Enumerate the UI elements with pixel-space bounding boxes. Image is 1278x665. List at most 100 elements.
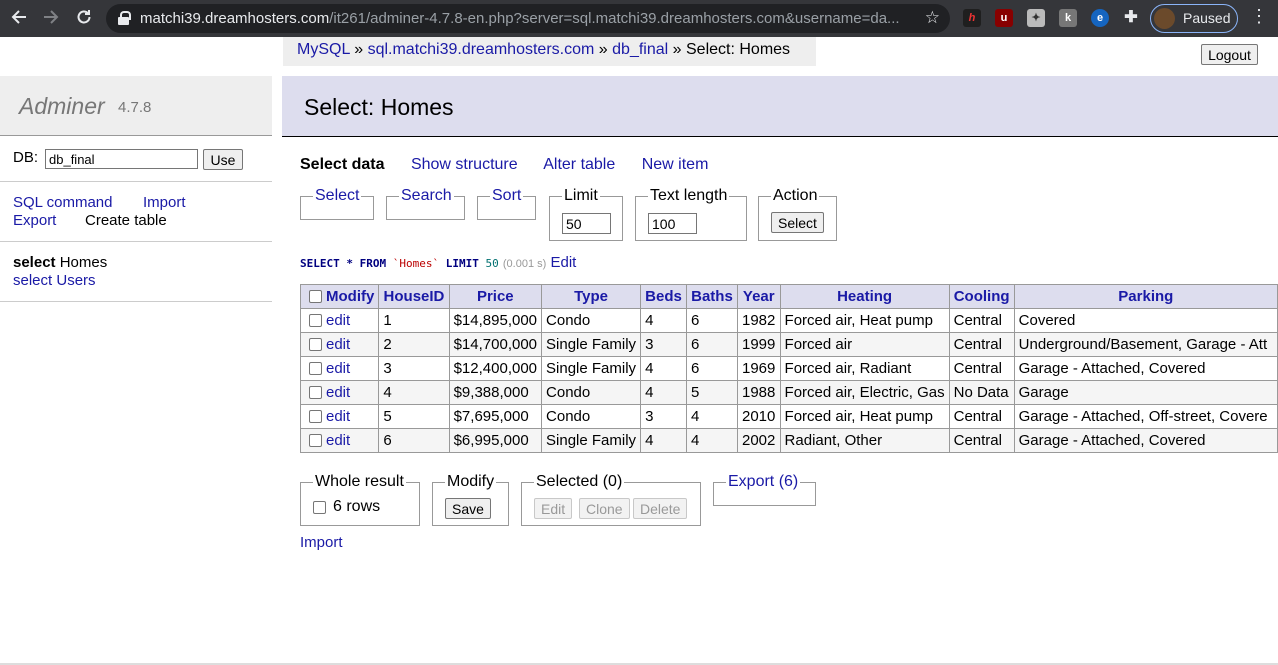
column-header-link[interactable]: Beds (645, 288, 682, 305)
table-cell[interactable]: Underground/Basement, Garage - Att (1013, 332, 1278, 357)
column-header-link[interactable]: Parking (1118, 288, 1173, 305)
column-header-link[interactable]: Price (477, 288, 514, 305)
row-edit-link[interactable]: edit (326, 360, 350, 377)
row-checkbox[interactable] (309, 433, 322, 447)
table-cell[interactable]: 2010 (736, 404, 781, 429)
table-cell[interactable]: 4 (640, 428, 687, 453)
table-cell[interactable]: Central (948, 308, 1015, 333)
row-checkbox[interactable] (309, 409, 322, 423)
table-cell[interactable]: Single Family (541, 428, 642, 453)
limit-input[interactable] (562, 213, 611, 234)
breadcrumb-database[interactable]: db_final (612, 41, 668, 58)
table-cell[interactable]: $9,388,000 (448, 380, 543, 405)
row-checkbox[interactable] (309, 313, 322, 327)
edit-query-link[interactable]: Edit (550, 254, 576, 271)
table-cell[interactable]: 6 (685, 356, 738, 381)
column-header[interactable]: Baths (685, 284, 738, 309)
table-cell[interactable]: Forced air, Electric, Gas (779, 380, 950, 405)
forward-arrow-icon[interactable] (40, 8, 62, 30)
modify-header-link[interactable]: Modify (326, 288, 374, 305)
db-input[interactable] (45, 149, 198, 169)
column-header[interactable]: Price (448, 284, 543, 309)
table-cell[interactable]: Radiant, Other (779, 428, 950, 453)
extension-gear-icon[interactable]: ✦ (1027, 9, 1045, 27)
row-edit-link[interactable]: edit (326, 408, 350, 425)
table-cell[interactable]: 2002 (736, 428, 781, 453)
table-cell[interactable]: $6,995,000 (448, 428, 543, 453)
star-icon[interactable]: ☆ (925, 8, 940, 28)
select-button[interactable]: Select (771, 212, 824, 233)
column-header[interactable]: Heating (779, 284, 950, 309)
select-all-checkbox[interactable] (309, 289, 322, 303)
table-cell[interactable]: Forced air, Heat pump (779, 308, 950, 333)
table-cell[interactable]: 4 (640, 356, 687, 381)
table-cell[interactable]: Single Family (541, 356, 642, 381)
url-text[interactable]: matchi39.dreamhosters.com/it261/adminer-… (140, 10, 910, 27)
tab-show-structure[interactable]: Show structure (411, 156, 518, 173)
table-cell[interactable]: Garage - Attached, Covered (1013, 356, 1278, 381)
table-cell[interactable]: 3 (640, 404, 687, 429)
table-cell[interactable]: 2 (378, 332, 450, 357)
delete-button[interactable]: Delete (633, 498, 688, 519)
table-cell[interactable]: Forced air, Heat pump (779, 404, 950, 429)
sql-command-link[interactable]: SQL command (13, 194, 113, 211)
select-homes-link[interactable]: select (13, 254, 56, 271)
column-header-link[interactable]: Baths (691, 288, 733, 305)
table-cell[interactable]: 4 (378, 380, 450, 405)
select-toggle-link[interactable]: Select (315, 187, 359, 204)
logout-button[interactable]: Logout (1201, 44, 1258, 65)
ublock-icon[interactable]: u (995, 9, 1013, 27)
search-toggle-link[interactable]: Search (401, 187, 452, 204)
table-cell[interactable]: 4 (640, 380, 687, 405)
create-table-link[interactable]: Create table (85, 212, 167, 229)
column-header-link[interactable]: HouseID (384, 288, 445, 305)
table-cell[interactable]: 5 (378, 404, 450, 429)
table-cell[interactable]: Central (948, 356, 1015, 381)
tab-new-item[interactable]: New item (642, 156, 709, 173)
table-cell[interactable]: Central (948, 428, 1015, 453)
sort-toggle-link[interactable]: Sort (492, 187, 521, 204)
column-header-link[interactable]: Heating (837, 288, 892, 305)
table-cell[interactable]: Central (948, 332, 1015, 357)
back-arrow-icon[interactable] (8, 8, 30, 30)
table-cell[interactable]: 1969 (736, 356, 781, 381)
table-cell[interactable]: 1982 (736, 308, 781, 333)
table-cell[interactable]: Covered (1013, 308, 1278, 333)
import-link[interactable]: Import (143, 194, 186, 211)
table-cell[interactable]: No Data (948, 380, 1015, 405)
table-cell[interactable]: Garage - Attached, Off-street, Covere (1013, 404, 1278, 429)
table-cell[interactable]: Forced air (779, 332, 950, 357)
table-cell[interactable]: Single Family (541, 332, 642, 357)
tab-select-data[interactable]: Select data (300, 156, 384, 173)
table-cell[interactable]: 1 (378, 308, 450, 333)
table-cell[interactable]: Forced air, Radiant (779, 356, 950, 381)
select-users-link[interactable]: select (13, 272, 52, 289)
row-checkbox[interactable] (309, 361, 322, 375)
export-link[interactable]: Export (13, 212, 56, 229)
column-header-link[interactable]: Type (574, 288, 608, 305)
extension-e-icon[interactable]: e (1091, 9, 1109, 27)
table-cell[interactable]: 6 (685, 308, 738, 333)
table-cell[interactable]: 1988 (736, 380, 781, 405)
table-cell[interactable]: 5 (685, 380, 738, 405)
table-users-link[interactable]: Users (56, 272, 95, 289)
row-edit-link[interactable]: edit (326, 312, 350, 329)
export-toggle-link[interactable]: Export (6) (728, 473, 798, 490)
table-cell[interactable]: $14,700,000 (448, 332, 543, 357)
breadcrumb-mysql[interactable]: MySQL (297, 41, 350, 58)
column-header-link[interactable]: Year (743, 288, 775, 305)
tab-alter-table[interactable]: Alter table (543, 156, 615, 173)
puzzle-icon[interactable]: ✚ (1122, 9, 1140, 27)
table-cell[interactable]: Central (948, 404, 1015, 429)
all-rows-checkbox[interactable] (313, 501, 326, 514)
row-edit-link[interactable]: edit (326, 432, 350, 449)
extension-h-icon[interactable]: h (963, 9, 981, 27)
extension-k-icon[interactable]: k (1059, 9, 1077, 27)
row-edit-link[interactable]: edit (326, 384, 350, 401)
clone-button[interactable]: Clone (579, 498, 630, 519)
column-header[interactable]: Year (736, 284, 781, 309)
table-cell[interactable]: 4 (640, 308, 687, 333)
table-cell[interactable]: 4 (685, 404, 738, 429)
row-checkbox[interactable] (309, 337, 322, 351)
text-length-input[interactable] (648, 213, 697, 234)
